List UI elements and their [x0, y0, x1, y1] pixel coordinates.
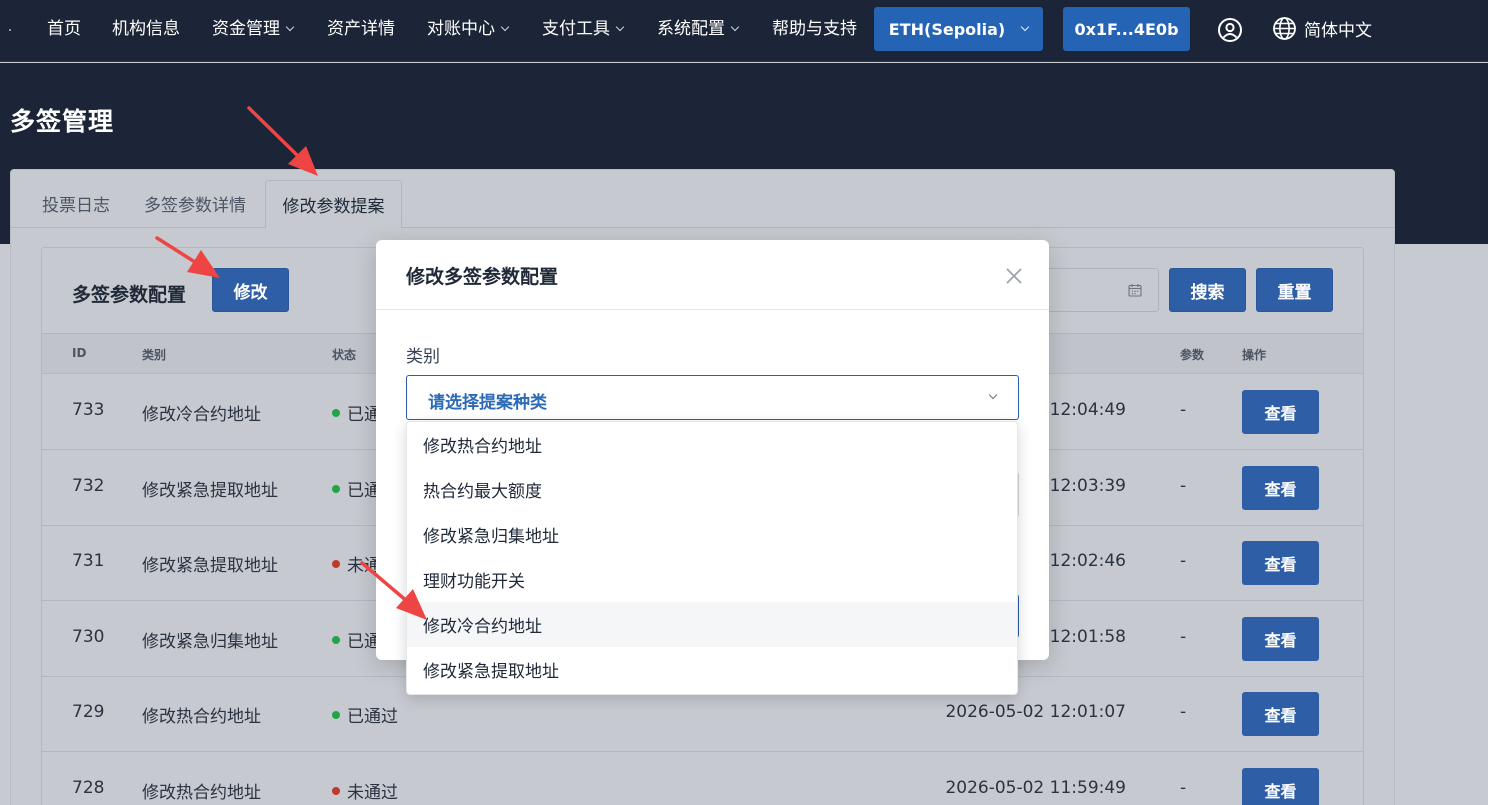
column-header-status: 状态 [332, 348, 357, 362]
modify-button[interactable]: 修改 [212, 268, 289, 312]
cell-param: - [1180, 627, 1187, 647]
calendar-icon [1128, 284, 1142, 297]
view-button[interactable]: 查看 [1242, 466, 1319, 510]
cell-time: 12:01:58 [1049, 627, 1126, 647]
modal-title: 修改多签参数配置 [406, 266, 559, 288]
cell-id: 731 [72, 551, 105, 571]
network-selector-button[interactable]: ETH(Sepolia) [874, 7, 1043, 51]
close-icon[interactable] [1004, 266, 1024, 286]
cell-category: 修改紧急归集地址 [142, 632, 278, 652]
cell-time: 12:03:39 [1049, 476, 1126, 496]
cell-param: - [1180, 778, 1187, 798]
status-badge: 已通 [332, 627, 381, 652]
select-placeholder: 请选择提案种类 [428, 393, 547, 413]
cell-id: 732 [72, 476, 105, 496]
cell-category: 修改冷合约地址 [142, 405, 261, 425]
chevron-down-icon [1020, 22, 1030, 32]
option-wealth-feature-toggle[interactable]: 理财功能开关 [407, 557, 1017, 602]
category-field-label: 类别 [406, 347, 440, 367]
status-badge: 未通过 [332, 778, 398, 803]
tab-vote-log[interactable]: 投票日志 [42, 191, 110, 216]
chevron-down-icon [988, 390, 998, 400]
page-title: 多签管理 [10, 107, 115, 136]
option-modify-cold-contract-address[interactable]: 修改冷合约地址 [407, 602, 1017, 647]
chevron-down-icon [730, 22, 740, 32]
nav-item-asset-details[interactable]: 资产详情 [327, 17, 395, 41]
nav-item-fund-management[interactable]: 资金管理 [212, 17, 295, 41]
cell-time: 2026-05-02 12:01:07 [945, 702, 1126, 722]
nav-item-system-config[interactable]: 系统配置 [657, 17, 740, 41]
cell-category: 修改热合约地址 [142, 783, 261, 803]
view-button[interactable]: 查看 [1242, 692, 1319, 736]
cell-id: 730 [72, 627, 105, 647]
cell-param: - [1180, 702, 1187, 722]
status-dot-icon [332, 485, 340, 493]
option-hot-contract-max-limit[interactable]: 热合约最大额度 [407, 467, 1017, 512]
column-header-params: 参数 [1180, 348, 1205, 362]
status-dot-icon [332, 711, 340, 719]
status-badge: 已通 [332, 400, 381, 425]
status-badge: 未通 [332, 551, 381, 576]
chevron-down-icon [500, 22, 510, 32]
nav-item-reconciliation[interactable]: 对账中心 [427, 17, 510, 41]
cell-param: - [1180, 476, 1187, 496]
status-badge: 已通 [332, 476, 381, 501]
status-dot-icon [332, 560, 340, 568]
search-button[interactable]: 搜索 [1169, 268, 1246, 312]
option-modify-emergency-collection-address[interactable]: 修改紧急归集地址 [407, 512, 1017, 557]
tab-divider [10, 227, 1395, 228]
tab-modify-params-proposal[interactable]: 修改参数提案 [265, 180, 402, 228]
status-text: 已通过 [347, 707, 398, 727]
status-dot-icon [332, 787, 340, 795]
cell-id: 728 [72, 778, 105, 798]
chevron-down-icon [615, 22, 625, 32]
wallet-address-button[interactable]: 0x1F...4E0b [1063, 7, 1190, 51]
option-modify-hot-contract-address[interactable]: 修改热合约地址 [407, 422, 1017, 467]
cell-id: 729 [72, 702, 105, 722]
cell-time: 2026-05-02 11:59:49 [945, 778, 1126, 798]
status-dot-icon [332, 636, 340, 644]
cell-category: 修改热合约地址 [142, 707, 261, 727]
nav-item-help-support[interactable]: 帮助与支持 [772, 17, 857, 41]
view-button[interactable]: 查看 [1242, 390, 1319, 434]
nav-item-institution-info[interactable]: 机构信息 [112, 17, 180, 41]
category-dropdown-menu: 修改热合约地址 热合约最大额度 修改紧急归集地址 理财功能开关 修改冷合约地址 … [406, 421, 1018, 695]
globe-icon [1273, 17, 1296, 40]
cell-param: - [1180, 551, 1187, 571]
cell-time: 12:04:49 [1049, 400, 1126, 420]
view-button[interactable]: 查看 [1242, 541, 1319, 585]
cell-category: 修改紧急提取地址 [142, 481, 278, 501]
section-title: 多签参数配置 [72, 284, 187, 306]
nav-item-home[interactable]: 首页 [47, 17, 81, 41]
chevron-down-icon [285, 22, 295, 32]
column-header-actions: 操作 [1242, 348, 1267, 362]
reset-button[interactable]: 重置 [1256, 268, 1333, 312]
status-badge: 已通过 [332, 702, 398, 727]
tab-multisig-params-detail[interactable]: 多签参数详情 [144, 191, 246, 216]
view-button[interactable]: 查看 [1242, 617, 1319, 661]
status-text: 未通过 [347, 783, 398, 803]
user-account-icon[interactable] [1217, 17, 1243, 43]
cell-id: 733 [72, 400, 105, 420]
column-header-id: ID [72, 346, 87, 360]
modal-divider [376, 309, 1049, 310]
option-modify-emergency-withdrawal-address[interactable]: 修改紧急提取地址 [407, 647, 1017, 692]
cell-category: 修改紧急提取地址 [142, 556, 278, 576]
language-selector[interactable]: 简体中文 [1272, 16, 1372, 41]
nav-item-payment-tools[interactable]: 支付工具 [542, 17, 625, 41]
column-header-category: 类别 [142, 348, 167, 362]
view-button[interactable]: 查看 [1242, 768, 1319, 805]
status-dot-icon [332, 409, 340, 417]
cell-param: - [1180, 400, 1187, 420]
cell-time: 12:02:46 [1049, 551, 1126, 571]
nav-dot [9, 29, 11, 31]
proposal-category-select[interactable]: 请选择提案种类 [406, 375, 1019, 420]
